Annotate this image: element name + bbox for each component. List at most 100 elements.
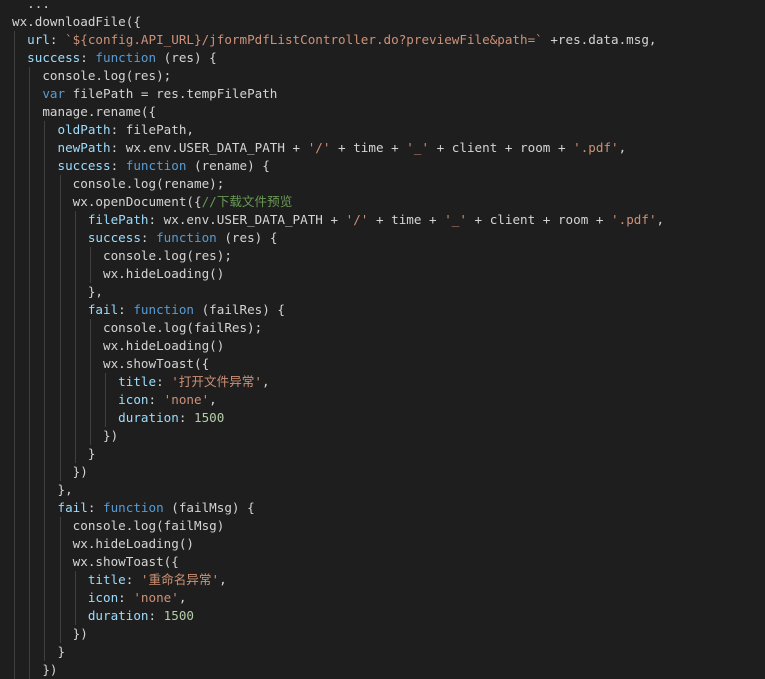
indent-guide — [14, 175, 15, 193]
indent-guide — [74, 391, 76, 409]
indent-guide — [29, 175, 31, 193]
indent-guide — [14, 265, 15, 283]
indent-guide — [74, 571, 76, 589]
code-line: wx.showToast({ — [12, 553, 664, 571]
code-line: wx.openDocument({//下载文件预览 — [12, 193, 664, 211]
code-line: manage.rename({ — [12, 103, 664, 121]
code-token-text: wx.showToast({ — [103, 356, 210, 371]
code-line: success: function (res) { — [12, 49, 664, 67]
indent-guide — [105, 391, 107, 409]
code-token-text: , — [656, 212, 665, 227]
code-line: newPath: wx.env.USER_DATA_PATH + '/' + t… — [12, 139, 664, 157]
code-token-text: }) — [72, 464, 88, 479]
indent-guide — [29, 157, 31, 175]
indent-guide — [74, 211, 76, 229]
indent-guide — [14, 517, 15, 535]
code-token-prop: duration — [118, 410, 179, 425]
code-line: title: '重命名异常', — [12, 571, 664, 589]
code-token-string: '_' — [406, 140, 430, 155]
code-token-text: , — [261, 374, 270, 389]
code-token-text: , — [178, 590, 187, 605]
code-token-prop: title — [118, 374, 157, 389]
indent-guide — [74, 283, 76, 301]
indent-guide — [29, 139, 31, 157]
indent-guide — [59, 355, 61, 373]
code-token-text: }, — [57, 482, 73, 497]
indent-guide — [44, 337, 46, 355]
indent-guide — [29, 337, 31, 355]
code-token-text: (failMsg) { — [163, 500, 255, 515]
code-token-text: , — [219, 572, 227, 587]
code-token-prop: title — [87, 572, 126, 587]
indent-guide — [29, 463, 31, 481]
code-token-text: console.log(res); — [42, 68, 172, 83]
code-token-string: '/' — [345, 212, 369, 227]
indent-guide — [74, 589, 76, 607]
indent-guide — [14, 409, 15, 427]
indent-guide — [29, 319, 31, 337]
code-token-text: : — [156, 374, 172, 389]
code-token-text: : — [148, 392, 164, 407]
code-token-text: + time + — [330, 140, 407, 155]
indent-guide — [14, 31, 15, 49]
code-line: title: '打开文件异常', — [12, 373, 664, 391]
code-token-text: wx.openDocument({ — [72, 194, 202, 209]
indent-guide — [44, 571, 46, 589]
code-token-text: +res.data.msg, — [542, 32, 657, 47]
indent-guide — [29, 445, 31, 463]
code-line: oldPath: filePath, — [12, 121, 664, 139]
indent-guide — [59, 391, 61, 409]
indent-guide — [29, 427, 31, 445]
indent-guide — [14, 391, 15, 409]
indent-guide — [44, 535, 46, 553]
code-line: console.log(failMsg) — [12, 517, 664, 535]
indent-guide — [14, 643, 15, 661]
indent-guide — [14, 589, 15, 607]
code-token-text: (failRes) { — [194, 302, 286, 317]
indent-guide — [29, 265, 31, 283]
indent-guide — [74, 445, 76, 463]
code-token-prop: duration — [87, 608, 149, 623]
code-area[interactable]: ... wx.downloadFile({ url: `${config.API_… — [12, 0, 664, 679]
indent-guide — [14, 49, 15, 67]
code-line: icon: 'none', — [12, 391, 664, 409]
code-line: ... — [12, 0, 664, 13]
indent-guide — [74, 607, 76, 625]
indent-guide — [14, 283, 15, 301]
indent-guide — [14, 355, 15, 373]
indent-guide — [14, 571, 15, 589]
code-editor[interactable]: ... wx.downloadFile({ url: `${config.API_… — [0, 0, 765, 679]
code-line: duration: 1500 — [12, 409, 664, 427]
code-token-prop: success — [87, 230, 141, 245]
indent-guide — [44, 625, 46, 643]
code-line: } — [12, 445, 664, 463]
code-token-string: '_' — [444, 212, 467, 227]
code-token-text: console.log(failMsg) — [72, 518, 225, 533]
indent-guide — [59, 535, 61, 553]
code-line: console.log(res); — [12, 67, 664, 85]
code-token-tpl: `${config.API_URL}/jformPdfListControlle… — [65, 32, 543, 47]
indent-guide — [74, 337, 76, 355]
code-line: url: `${config.API_URL}/jformPdfListCont… — [12, 31, 664, 49]
indent-guide — [14, 319, 15, 337]
code-token-prop: success — [27, 50, 81, 65]
indent-guide — [74, 319, 76, 337]
code-token-text: console.log(rename); — [72, 176, 225, 191]
code-token-text: : wx.env.USER_DATA_PATH + — [110, 140, 308, 155]
indent-guide — [14, 499, 15, 517]
code-token-prop: success — [57, 158, 111, 173]
indent-guide — [44, 445, 46, 463]
indent-guide — [29, 589, 31, 607]
